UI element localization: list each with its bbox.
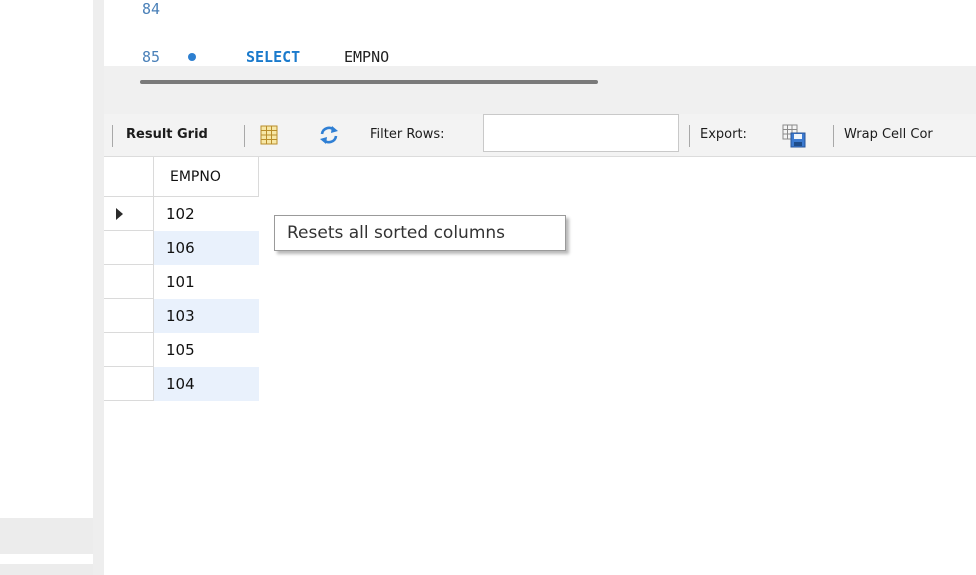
sidebar-splitter[interactable] (93, 0, 104, 575)
row-pointer-icon (116, 208, 123, 220)
filter-rows-input[interactable] (483, 114, 679, 152)
column-header-empno[interactable]: EMPNO (154, 157, 259, 197)
toolbar-separator (833, 125, 834, 147)
result-toolbar: Result Grid Filter Rows: Export: Wrap Ce… (104, 114, 976, 157)
table-cell[interactable]: 104 (154, 367, 259, 401)
left-sidebar (0, 0, 94, 575)
toolbar-separator (689, 125, 690, 147)
editor-horizontal-scrollbar[interactable] (104, 66, 976, 92)
line-number: 84 (142, 0, 161, 18)
table-cell[interactable]: 103 (154, 299, 259, 333)
toolbar-separator (112, 125, 113, 147)
filter-rows-label: Filter Rows: (370, 127, 445, 142)
wrap-cell-content-option[interactable]: Wrap Cell Cor (844, 125, 933, 145)
panel-divider[interactable] (104, 92, 976, 114)
bullet-dot-icon (188, 53, 196, 61)
row-header[interactable] (104, 265, 154, 299)
sql-editor[interactable]: 84 85 SELECT EMPNO (104, 0, 976, 66)
table-cell[interactable]: 102 (154, 197, 259, 231)
row-header[interactable] (104, 299, 154, 333)
toolbar-separator (244, 125, 245, 147)
tooltip: Resets all sorted columns (274, 215, 566, 251)
export-label: Export: (700, 127, 747, 142)
export-floppy-icon[interactable] (782, 124, 806, 148)
table-cell[interactable]: 106 (154, 231, 259, 265)
scrollbar-thumb[interactable] (140, 80, 598, 84)
row-header[interactable] (104, 367, 154, 401)
grid-corner[interactable] (104, 157, 154, 197)
row-header[interactable] (104, 231, 154, 265)
sidebar-panel[interactable] (0, 518, 94, 554)
row-header[interactable] (104, 197, 154, 231)
sidebar-panel-bottom[interactable] (0, 564, 94, 575)
refresh-arrows-icon[interactable] (318, 124, 340, 146)
table-cell[interactable]: 101 (154, 265, 259, 299)
result-grid-tab[interactable]: Result Grid (126, 125, 208, 145)
row-header[interactable] (104, 333, 154, 367)
grid-view-icon[interactable] (258, 124, 280, 146)
table-cell[interactable]: 105 (154, 333, 259, 367)
